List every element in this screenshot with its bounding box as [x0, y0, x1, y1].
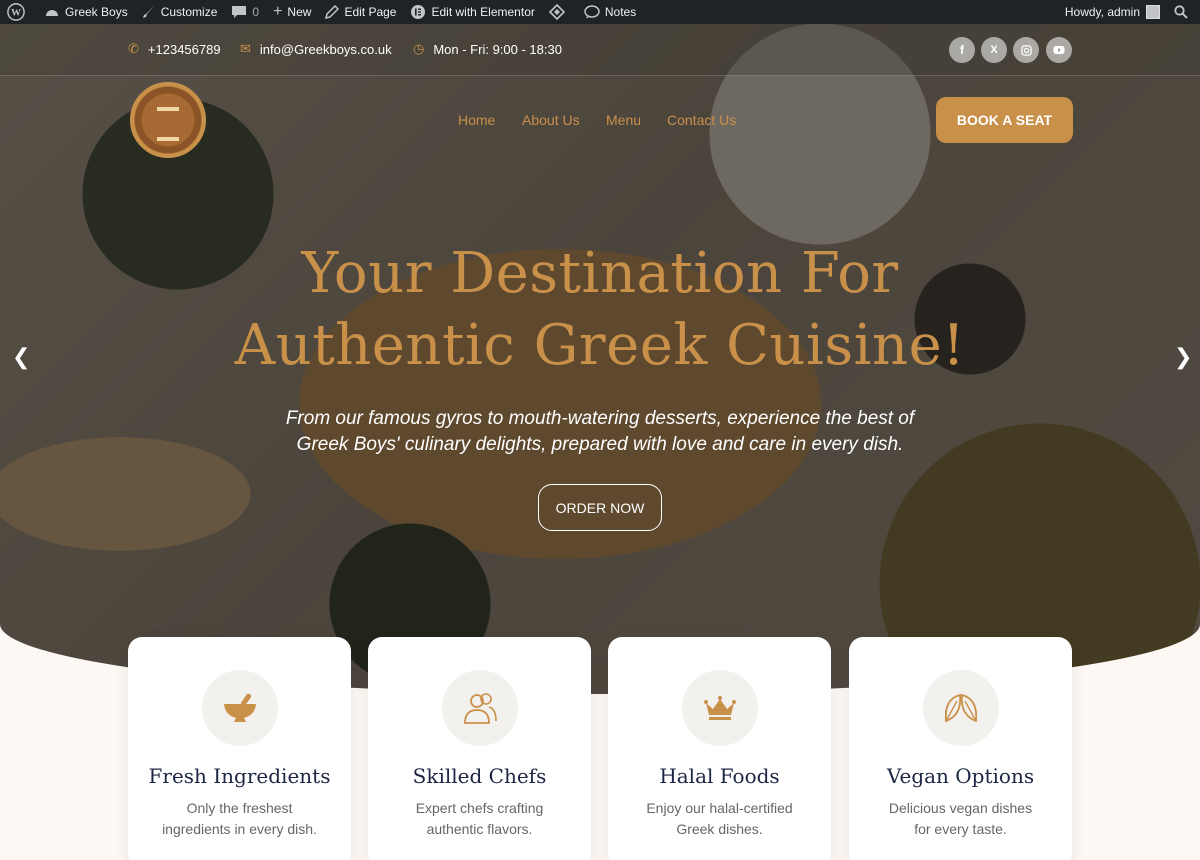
feature-description: Delicious vegan dishes for every taste.: [871, 798, 1051, 840]
x-icon: X: [990, 44, 998, 56]
feature-desc-line-1: Expert chefs crafting: [415, 800, 544, 816]
feature-title: Halal Foods: [659, 764, 780, 788]
headline-line-1: Your Destination For: [301, 241, 899, 306]
search-icon: [1174, 5, 1188, 19]
site-name-label: Greek Boys: [65, 5, 128, 19]
feature-desc-line-1: Only the freshest: [186, 800, 293, 816]
feature-icon-circle: [681, 670, 758, 746]
youtube-link[interactable]: [1046, 37, 1072, 63]
hours-info: ◷ Mon - Fri: 9:00 - 18:30: [413, 41, 562, 57]
elementor-icon: [411, 5, 426, 19]
nav-about-us[interactable]: About Us: [522, 112, 580, 128]
book-a-seat-button[interactable]: BOOK A SEAT: [936, 97, 1073, 143]
wordpress-logo-icon[interactable]: W: [0, 0, 37, 24]
brush-icon: [142, 6, 154, 18]
clock-icon: ◷: [413, 41, 425, 56]
nav-menu[interactable]: Menu: [606, 112, 641, 128]
edit-elementor-label: Edit with Elementor: [431, 5, 535, 19]
notes-label: Notes: [604, 5, 637, 19]
admin-notes[interactable]: Notes: [577, 0, 643, 24]
new-label: New: [287, 5, 312, 19]
comments-count: 0: [252, 5, 260, 19]
plus-icon: +: [273, 3, 283, 20]
email-text: info@Greekboys.co.uk: [259, 41, 392, 57]
youtube-icon: [1053, 46, 1065, 54]
feature-desc-line-2: authentic flavors.: [426, 821, 533, 837]
greek-boys-logo[interactable]: [130, 82, 206, 158]
admin-edit-page[interactable]: Edit Page: [318, 0, 403, 24]
feature-title: Vegan Options: [886, 764, 1035, 788]
hours-text: Mon - Fri: 9:00 - 18:30: [433, 41, 562, 57]
notes-icon: [584, 5, 600, 19]
comment-icon: [232, 6, 247, 18]
feature-title: Fresh Ingredients: [148, 764, 331, 788]
admin-site-name[interactable]: Greek Boys: [37, 0, 135, 24]
admin-customize[interactable]: Customize: [135, 0, 225, 24]
nav-home[interactable]: Home: [458, 112, 495, 128]
facebook-icon: f: [960, 43, 964, 57]
mortar-icon: [223, 693, 256, 722]
contact-topbar: ✆ +123456789 ✉ info@Greekboys.co.uk ◷ Mo…: [0, 24, 1200, 76]
feature-card-halal-foods: Halal Foods Enjoy our halal-certified Gr…: [608, 637, 831, 860]
wp-admin-bar: W Greek Boys Customize 0 + New Edit Page…: [0, 0, 1200, 24]
feature-desc-line-1: Delicious vegan dishes: [888, 800, 1033, 816]
dashboard-icon: [46, 10, 58, 16]
admin-edit-elementor[interactable]: Edit with Elementor: [403, 0, 541, 24]
feature-description: Expert chefs crafting authentic flavors.: [390, 798, 570, 840]
leaves-icon: [944, 693, 977, 723]
howdy-label: Howdy, admin: [1064, 5, 1140, 19]
feature-description: Enjoy our halal-certified Greek dishes.: [630, 798, 810, 840]
feature-icon-circle: [201, 670, 278, 746]
admin-comments[interactable]: 0: [224, 0, 266, 24]
chefs-icon: [463, 693, 497, 724]
hero-subtitle: From our famous gyros to mouth-watering …: [0, 406, 1200, 458]
admin-search[interactable]: [1167, 0, 1200, 24]
diamond-icon: [548, 4, 565, 20]
feature-description: Only the freshest ingredients in every d…: [150, 798, 330, 840]
admin-diamond[interactable]: [542, 0, 577, 24]
email-info[interactable]: ✉ info@Greekboys.co.uk: [240, 41, 392, 57]
feature-card-vegan-options: Vegan Options Delicious vegan dishes for…: [849, 637, 1072, 860]
crown-icon: [703, 696, 736, 720]
edit-page-label: Edit Page: [344, 5, 397, 19]
phone-text: +123456789: [147, 41, 221, 57]
feature-desc-line-2: Greek dishes.: [676, 821, 763, 837]
feature-card-skilled-chefs: Skilled Chefs Expert chefs crafting auth…: [368, 637, 591, 860]
facebook-link[interactable]: f: [949, 37, 975, 63]
hero-section: ✆ +123456789 ✉ info@Greekboys.co.uk ◷ Mo…: [0, 24, 1200, 694]
subtitle-line-2: Greek Boys' culinary delights, prepared …: [296, 434, 904, 455]
subtitle-line-1: From our famous gyros to mouth-watering …: [285, 408, 915, 429]
hero-headline: Your Destination For Authentic Greek Cui…: [0, 238, 1200, 382]
svg-text:W: W: [11, 8, 21, 19]
instagram-link[interactable]: [1013, 37, 1039, 63]
nav-contact-us[interactable]: Contact Us: [667, 112, 736, 128]
feature-icon-circle: [441, 670, 518, 746]
feature-icon-circle: [922, 670, 999, 746]
phone-info[interactable]: ✆ +123456789: [128, 41, 221, 57]
phone-icon: ✆: [128, 41, 139, 56]
envelope-icon: ✉: [240, 41, 251, 56]
instagram-icon: [1020, 44, 1032, 56]
x-link[interactable]: X: [981, 37, 1007, 63]
feature-desc-line-2: for every taste.: [914, 821, 1007, 837]
feature-title: Skilled Chefs: [412, 764, 547, 788]
customize-label: Customize: [160, 5, 218, 19]
pencil-icon: [325, 5, 340, 19]
admin-account[interactable]: Howdy, admin: [1058, 0, 1167, 24]
headline-line-2: Authentic Greek Cuisine!: [234, 313, 966, 378]
feature-card-fresh-ingredients: Fresh Ingredients Only the freshest ingr…: [128, 637, 351, 860]
admin-new[interactable]: + New: [266, 0, 318, 24]
feature-desc-line-1: Enjoy our halal-certified: [646, 800, 793, 816]
avatar: [1146, 5, 1160, 19]
order-now-button[interactable]: ORDER NOW: [538, 484, 662, 531]
feature-desc-line-2: ingredients in every dish.: [162, 821, 317, 837]
